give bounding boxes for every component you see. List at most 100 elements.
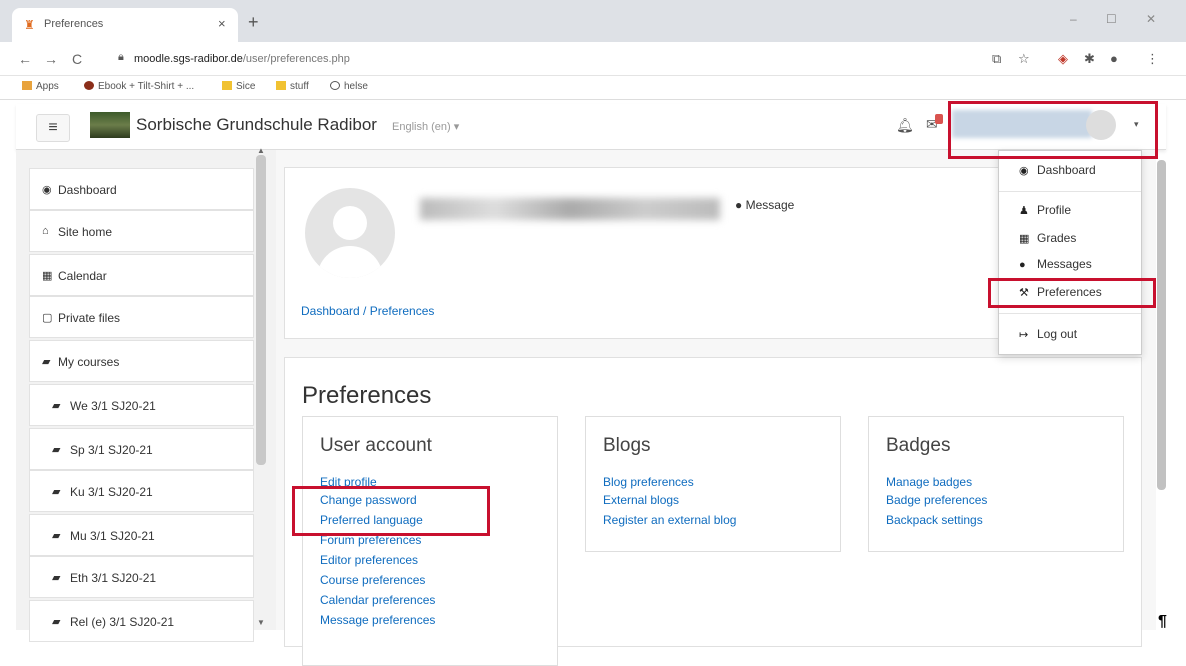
bookmark-helse[interactable]: helse bbox=[330, 81, 368, 92]
home-icon: ⌂ bbox=[42, 225, 49, 237]
drawer-item-site-home[interactable]: ⌂ Site home bbox=[29, 210, 254, 252]
user-account-section: User account Edit profile Change passwor… bbox=[302, 416, 558, 666]
message-count-badge bbox=[935, 114, 943, 124]
drawer-toggle-button[interactable]: ≡ bbox=[36, 114, 70, 142]
at-icon bbox=[330, 81, 340, 90]
graduation-cap-icon: ▰ bbox=[52, 530, 61, 542]
drawer-item-my-courses[interactable]: ▰ My courses bbox=[29, 340, 254, 382]
register-external-blog-link[interactable]: Register an external blog bbox=[603, 513, 736, 527]
annotation-box-preferred-language bbox=[292, 486, 490, 536]
message-preferences-link[interactable]: Message preferences bbox=[320, 613, 435, 627]
translate-icon[interactable]: ⧉ bbox=[992, 51, 1001, 67]
drawer-course-item[interactable]: ▰ Ku 3/1 SJ20-21 bbox=[29, 470, 254, 512]
graduation-cap-icon: ▰ bbox=[52, 444, 61, 456]
drawer-course-item[interactable]: ▰ Rel (e) 3/1 SJ20-21 bbox=[29, 600, 254, 642]
course-preferences-link[interactable]: Course preferences bbox=[320, 573, 425, 587]
menu-divider bbox=[999, 191, 1141, 192]
menu-divider bbox=[999, 313, 1141, 314]
new-tab-icon[interactable]: + bbox=[248, 12, 259, 33]
tab-title: Preferences bbox=[44, 18, 104, 30]
blog-preferences-link[interactable]: Blog preferences bbox=[603, 475, 694, 489]
lock-icon: 🔒︎ bbox=[118, 51, 124, 63]
comment-icon: ● bbox=[1019, 259, 1026, 271]
section-heading: Blogs bbox=[603, 435, 651, 456]
menu-item-dashboard[interactable]: ◉ Dashboard bbox=[1019, 163, 1096, 177]
folder-icon bbox=[276, 81, 286, 90]
menu-item-grades[interactable]: ▦ Grades bbox=[1019, 231, 1076, 245]
sign-out-icon: ↦ bbox=[1019, 329, 1029, 341]
profile-avatar[interactable] bbox=[305, 188, 395, 278]
bookmark-sice[interactable]: Sice bbox=[222, 81, 255, 92]
badge-preferences-link[interactable]: Badge preferences bbox=[886, 493, 987, 507]
site-name[interactable]: Sorbische Grundschule Radibor bbox=[136, 115, 377, 135]
page-scrollbar[interactable] bbox=[1157, 160, 1166, 490]
drawer-course-item[interactable]: ▰ Eth 3/1 SJ20-21 bbox=[29, 556, 254, 598]
blogs-section: Blogs Blog preferences External blogs Re… bbox=[585, 416, 841, 552]
annotation-box-user-menu bbox=[948, 101, 1158, 159]
section-heading: User account bbox=[320, 435, 432, 456]
annotation-box-preferences bbox=[988, 278, 1156, 308]
bookmark-ebook[interactable]: Ebook + Tilt-Shirt + ... bbox=[84, 81, 194, 92]
language-menu[interactable]: English (en) ▾ bbox=[392, 120, 459, 133]
bookmark-stuff[interactable]: stuff bbox=[276, 81, 309, 92]
more-menu-icon[interactable]: ⋮ bbox=[1146, 51, 1159, 67]
external-blogs-link[interactable]: External blogs bbox=[603, 493, 679, 507]
drawer-item-dashboard[interactable]: ◉ Dashboard bbox=[29, 168, 254, 210]
address-bar[interactable]: 🔒︎ moodle.sgs-radibor.de/user/preference… bbox=[112, 47, 982, 71]
user-dropdown-menu: ◉ Dashboard ♟ Profile ▦ Grades ● Messages ⚒ P… bbox=[998, 150, 1142, 355]
tachometer-icon: ◉ bbox=[1019, 165, 1029, 177]
bookmark-apps[interactable]: Apps bbox=[22, 81, 59, 92]
apps-grid-icon bbox=[22, 81, 32, 90]
url-text: moodle.sgs-radibor.de/user/preferences.p… bbox=[134, 53, 350, 65]
graduation-cap-icon: ▰ bbox=[52, 572, 61, 584]
back-icon[interactable]: ← bbox=[18, 51, 32, 67]
drawer-course-item[interactable]: ▰ Sp 3/1 SJ20-21 bbox=[29, 428, 254, 470]
drawer-course-item[interactable]: ▰ We 3/1 SJ20-21 bbox=[29, 384, 254, 426]
file-icon: ▢ bbox=[42, 312, 53, 324]
minimize-icon[interactable]: – bbox=[1070, 12, 1077, 26]
star-icon[interactable]: ☆ bbox=[1018, 51, 1030, 67]
message-button[interactable]: ● Message bbox=[735, 198, 794, 212]
browser-tab[interactable]: ♜ Preferences × bbox=[12, 8, 238, 42]
tachometer-icon: ◉ bbox=[42, 184, 52, 196]
badges-section: Badges Manage badges Badge preferences B… bbox=[868, 416, 1124, 552]
graduation-cap-icon: ▰ bbox=[42, 356, 51, 368]
backpack-settings-link[interactable]: Backpack settings bbox=[886, 513, 983, 527]
graduation-cap-icon: ▰ bbox=[52, 616, 61, 628]
comment-icon: ● bbox=[735, 198, 743, 212]
reload-icon[interactable]: C bbox=[72, 51, 82, 67]
folder-icon bbox=[222, 81, 232, 90]
drawer-scrollbar[interactable] bbox=[256, 155, 266, 465]
section-heading: Badges bbox=[886, 435, 951, 456]
graduation-cap-icon: ▰ bbox=[52, 486, 61, 498]
profile-icon[interactable]: ● bbox=[1110, 51, 1118, 66]
calendar-preferences-link[interactable]: Calendar preferences bbox=[320, 593, 435, 607]
menu-item-log-out[interactable]: ↦ Log out bbox=[1019, 327, 1077, 341]
drawer-item-calendar[interactable]: ▦ Calendar bbox=[29, 254, 254, 296]
scroll-down-icon[interactable]: ▼ bbox=[257, 618, 265, 627]
calendar-icon: ▦ bbox=[42, 270, 53, 282]
forward-icon[interactable]: → bbox=[44, 51, 58, 67]
puzzle-icon[interactable]: ✱ bbox=[1084, 51, 1095, 67]
avatar-head-shape bbox=[333, 206, 367, 240]
menu-item-messages[interactable]: ● Messages bbox=[1019, 257, 1092, 271]
bookmarks-bar: Apps Ebook + Tilt-Shirt + ... Sice stuff… bbox=[0, 76, 1186, 100]
menu-item-profile[interactable]: ♟ Profile bbox=[1019, 203, 1071, 217]
drawer-item-private-files[interactable]: ▢ Private files bbox=[29, 296, 254, 338]
nav-drawer: ◉ Dashboard ⌂ Site home ▦ Calendar ▢ Private… bbox=[16, 146, 276, 642]
close-window-icon[interactable]: ✕ bbox=[1146, 12, 1156, 26]
maximize-icon[interactable]: ☐ bbox=[1106, 12, 1117, 26]
site-logo[interactable] bbox=[90, 112, 130, 138]
manage-badges-link[interactable]: Manage badges bbox=[886, 475, 972, 489]
graduation-cap-icon: ▰ bbox=[52, 400, 61, 412]
avatar-body-shape bbox=[317, 246, 383, 278]
bell-icon[interactable]: 🔔︎ bbox=[896, 117, 914, 134]
ebook-icon bbox=[84, 81, 94, 90]
drawer-course-item[interactable]: ▰ Mu 3/1 SJ20-21 bbox=[29, 514, 254, 556]
editor-preferences-link[interactable]: Editor preferences bbox=[320, 553, 418, 567]
pilcrow-mark: ¶ bbox=[1158, 613, 1167, 630]
breadcrumb[interactable]: Dashboard / Preferences bbox=[301, 304, 434, 318]
extension-shield-icon[interactable]: ◈ bbox=[1058, 51, 1068, 67]
scroll-up-icon[interactable]: ▲ bbox=[257, 146, 265, 155]
tab-close-icon[interactable]: × bbox=[218, 16, 226, 31]
